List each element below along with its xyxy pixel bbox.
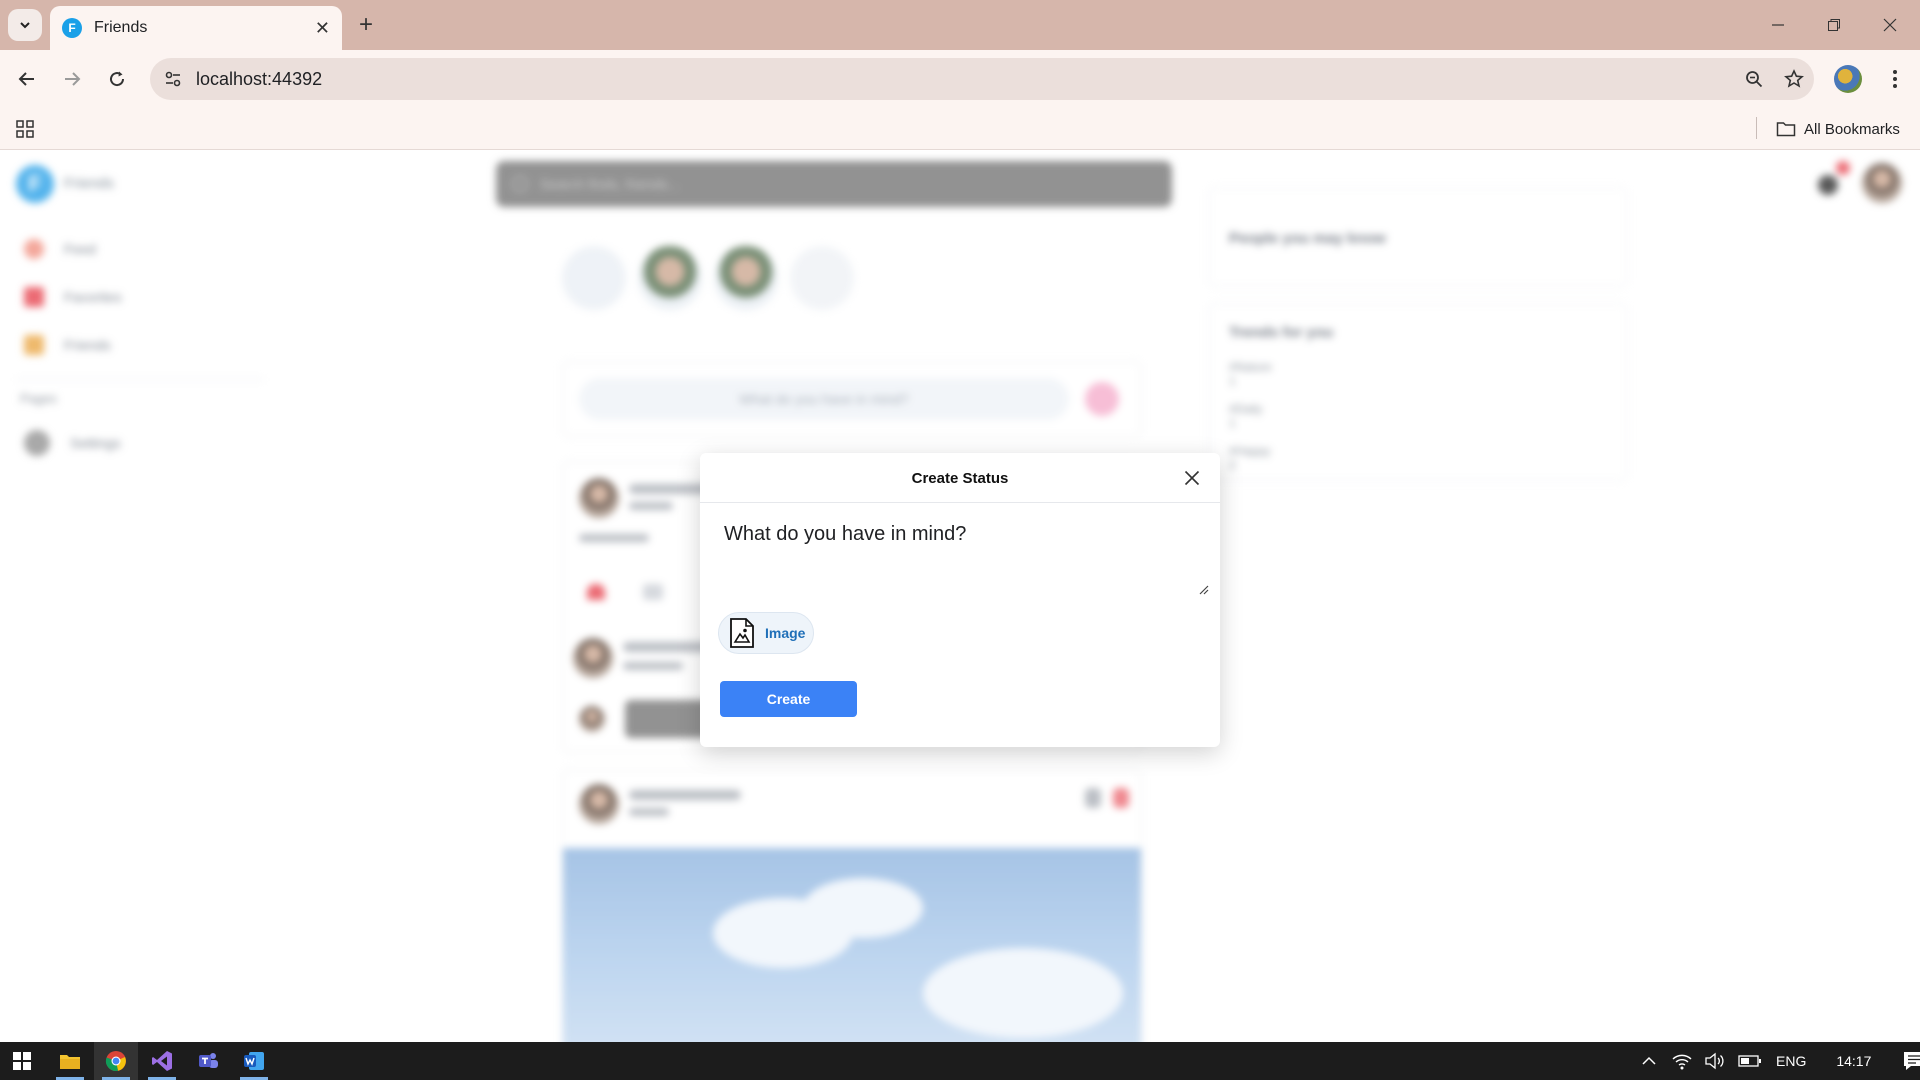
add-image-label: Image [765, 625, 806, 641]
more-vertical-icon [1893, 70, 1897, 88]
apps-grid-icon[interactable] [12, 116, 38, 142]
modal-title: Create Status [911, 469, 1009, 487]
reload-icon [110, 71, 125, 87]
chrome-menu-button[interactable] [1880, 64, 1910, 94]
language-indicator[interactable]: ENG [1776, 1053, 1806, 1069]
tab-title: Friends [94, 19, 148, 36]
chrome-profile-avatar[interactable] [1834, 65, 1862, 93]
taskbar-visual-studio[interactable] [140, 1042, 184, 1080]
browser-tab-friends[interactable]: F Friends ✕ [50, 6, 342, 50]
word-icon [244, 1052, 264, 1070]
close-icon [1184, 470, 1200, 486]
volume-icon[interactable] [1704, 1052, 1726, 1070]
taskbar-teams[interactable] [186, 1042, 230, 1080]
tab-close-icon[interactable]: ✕ [315, 18, 330, 39]
close-window-button[interactable] [1870, 10, 1910, 40]
browser-toolbar: localhost:44392 [0, 50, 1920, 108]
back-button[interactable] [12, 64, 42, 94]
restore-button[interactable] [1814, 10, 1854, 40]
system-tray: ENG 14:17 [1640, 1042, 1920, 1080]
site-info-icon[interactable] [158, 64, 188, 94]
add-image-button[interactable]: Image [718, 612, 814, 654]
create-status-modal: Create Status Image Create [700, 453, 1220, 747]
notifications-icon[interactable] [1903, 1051, 1920, 1071]
taskbar-file-explorer[interactable] [48, 1042, 92, 1080]
teams-icon [199, 1053, 218, 1068]
chevron-down-icon [20, 22, 30, 29]
image-file-icon [730, 618, 754, 648]
taskbar-word[interactable] [232, 1042, 276, 1080]
modal-header: Create Status [700, 453, 1220, 503]
status-textarea[interactable] [712, 513, 1210, 593]
taskbar-chrome[interactable] [94, 1042, 138, 1080]
arrow-left-icon [18, 72, 34, 86]
folder-icon [1776, 122, 1796, 137]
network-icon[interactable] [1672, 1052, 1692, 1070]
new-tab-button[interactable]: + [352, 11, 380, 38]
forward-button[interactable] [57, 64, 87, 94]
favicon-icon: F [62, 18, 82, 38]
tab-search-button[interactable] [8, 9, 42, 41]
create-status-button[interactable]: Create [720, 681, 857, 717]
modal-close-button[interactable] [1180, 466, 1204, 490]
browser-tab-bar: F Friends ✕ + [0, 0, 1920, 50]
folder-icon [60, 1055, 80, 1069]
bookmark-star-icon[interactable] [1774, 59, 1814, 99]
bookmarks-bar: All Bookmarks [0, 108, 1920, 150]
visual-studio-icon [152, 1051, 172, 1071]
url-text[interactable]: localhost:44392 [196, 69, 1734, 90]
chevron-up-icon[interactable] [1640, 1052, 1658, 1070]
reload-button[interactable] [102, 64, 132, 94]
battery-icon[interactable] [1738, 1054, 1762, 1068]
resize-handle-icon[interactable] [1197, 583, 1209, 595]
address-bar[interactable]: localhost:44392 [150, 58, 1814, 100]
page-viewport: F Friends Search finds, friends... Feed … [0, 151, 1920, 1042]
arrow-right-icon [65, 72, 81, 86]
start-button[interactable] [0, 1042, 44, 1080]
minimize-button[interactable] [1758, 10, 1798, 40]
windows-logo-icon [13, 1052, 31, 1070]
minimize-icon [1772, 24, 1784, 26]
close-icon [1883, 18, 1897, 32]
all-bookmarks-button[interactable]: All Bookmarks [1776, 114, 1900, 144]
restore-icon [1828, 19, 1840, 31]
chrome-icon [105, 1051, 126, 1072]
bookmarks-separator [1756, 117, 1757, 139]
clock[interactable]: 14:17 [1836, 1053, 1871, 1069]
zoom-icon[interactable] [1734, 59, 1774, 99]
all-bookmarks-label: All Bookmarks [1804, 120, 1900, 138]
windows-taskbar: ENG 14:17 [0, 1042, 1920, 1080]
